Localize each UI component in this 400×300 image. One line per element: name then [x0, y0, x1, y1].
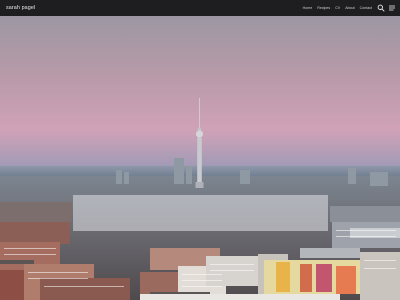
nav-link-about[interactable]: About: [345, 3, 354, 13]
search-icon[interactable]: [377, 4, 385, 12]
nav-link-contact[interactable]: Contact: [360, 3, 372, 13]
hero-image: [0, 16, 400, 300]
page: sarah pagel Home Recipes CV About Contac…: [0, 0, 400, 300]
caption-overlay: [73, 195, 328, 231]
nav-link-recipes[interactable]: Recipes: [317, 3, 330, 13]
site-title[interactable]: sarah pagel: [6, 3, 35, 13]
nav-link-cv[interactable]: CV: [335, 3, 340, 13]
nav-link-home[interactable]: Home: [303, 3, 313, 13]
main-navigation: Home Recipes CV About Contact: [303, 3, 372, 13]
hamburger-menu-icon[interactable]: [388, 4, 396, 12]
top-navigation-bar: sarah pagel Home Recipes CV About Contac…: [0, 0, 400, 16]
